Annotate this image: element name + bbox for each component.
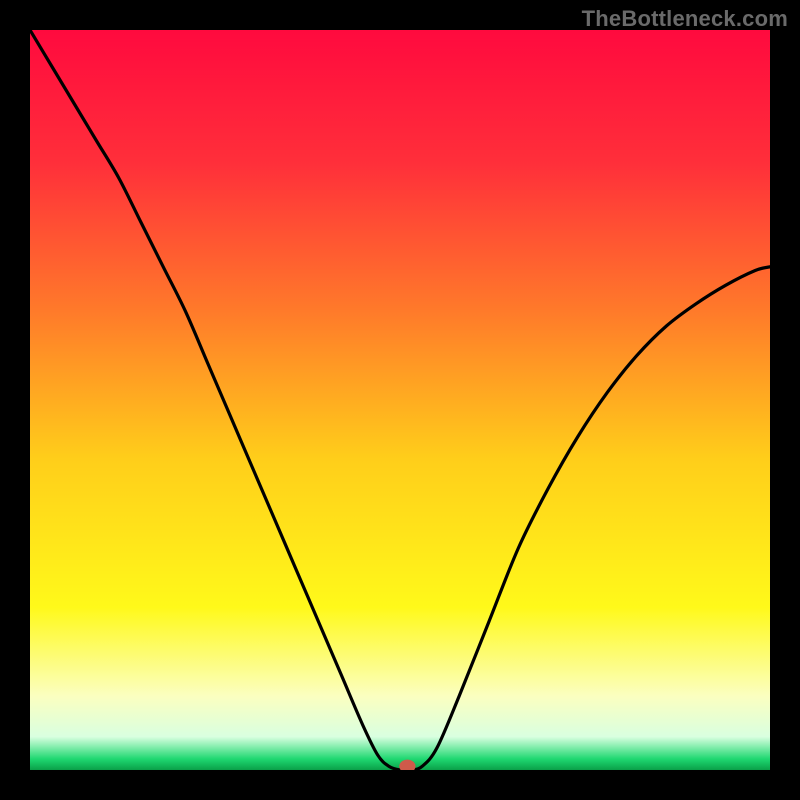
watermark-text: TheBottleneck.com bbox=[582, 6, 788, 32]
chart-frame: TheBottleneck.com bbox=[0, 0, 800, 800]
chart-background-gradient bbox=[30, 30, 770, 770]
plot-area bbox=[30, 30, 770, 770]
chart-svg bbox=[30, 30, 770, 770]
